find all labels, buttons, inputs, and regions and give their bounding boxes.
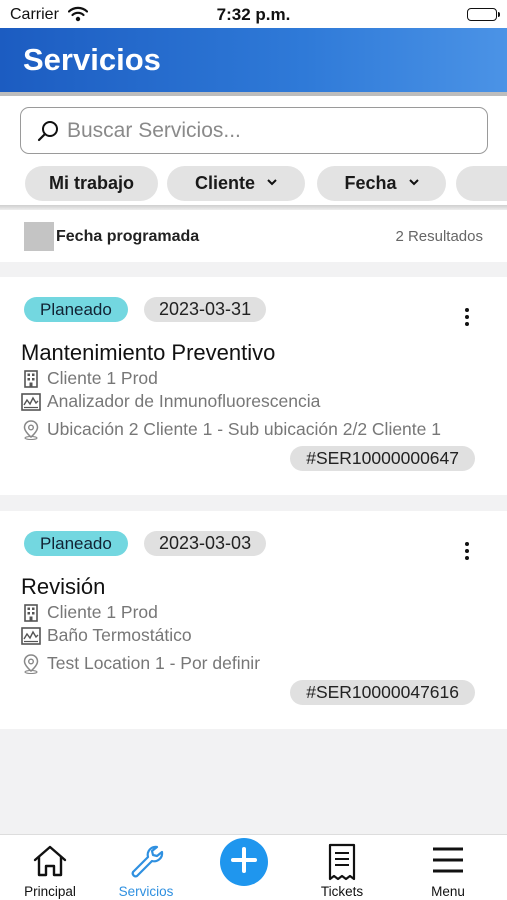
plus-icon (230, 846, 258, 879)
service-card[interactable]: Planeado 2023-03-03 Revisión Cliente 1 P… (0, 511, 507, 729)
building-icon (21, 369, 41, 389)
app-header: Servicios (0, 28, 507, 92)
client-name: Cliente 1 Prod (47, 602, 158, 622)
filter-chip-mi-trabajo[interactable]: Mi trabajo (25, 166, 158, 201)
status-badge: Planeado (24, 531, 128, 556)
filter-chip-cliente[interactable]: Cliente (167, 166, 305, 201)
results-bar: Fecha programada 2 Resultados (0, 210, 507, 262)
tab-tickets[interactable]: Tickets (292, 835, 392, 900)
search-area: Mi trabajo Cliente Fecha (0, 96, 507, 208)
equipment-name: Analizador de Inmunofluorescencia (47, 391, 321, 411)
location-row: Ubicación 2 Cliente 1 - Sub ubicación 2/… (21, 419, 441, 440)
add-service-button[interactable] (220, 838, 268, 886)
location-name: Test Location 1 - Por definir (47, 653, 261, 673)
tab-servicios[interactable]: Servicios (96, 835, 196, 900)
date-badge: 2023-03-31 (144, 297, 267, 322)
client-name: Cliente 1 Prod (47, 368, 158, 388)
status-badge: Planeado (24, 297, 128, 322)
service-title: Mantenimiento Preventivo (21, 340, 276, 365)
home-icon (0, 843, 100, 881)
location-pin-icon (21, 653, 41, 674)
equipment-icon (21, 626, 41, 646)
filter-chip-fecha[interactable]: Fecha (317, 166, 446, 201)
tab-label: Principal (24, 884, 76, 899)
more-options-icon[interactable] (463, 308, 471, 326)
tab-label: Tickets (320, 884, 364, 899)
search-icon (36, 119, 60, 148)
receipt-icon (292, 843, 392, 881)
service-title: Revisión (21, 574, 106, 599)
filter-chip-label: Fecha (344, 173, 397, 193)
equipment-icon (21, 392, 41, 412)
service-code-badge: #SER10000000647 (290, 446, 475, 471)
filter-chip-label: Mi trabajo (48, 173, 134, 193)
wrench-icon (96, 843, 196, 881)
hamburger-icon (398, 843, 498, 881)
more-options-icon[interactable] (463, 542, 471, 560)
location-row: Test Location 1 - Por definir (21, 653, 260, 674)
service-card[interactable]: Planeado 2023-03-31 Mantenimiento Preven… (0, 277, 507, 495)
date-badge: 2023-03-03 (144, 531, 267, 556)
select-all-checkbox[interactable] (24, 222, 54, 251)
service-code-badge: #SER10000047616 (290, 680, 475, 705)
status-bar: Carrier 7:32 p.m. (0, 0, 507, 28)
filter-chips: Mi trabajo Cliente Fecha (0, 166, 507, 202)
client-row: Cliente 1 Prod (21, 602, 158, 623)
equipment-row: Baño Termostático (21, 625, 192, 646)
tab-label: Menu (431, 884, 465, 899)
page-title: Servicios (23, 42, 161, 77)
tab-principal[interactable]: Principal (0, 835, 100, 900)
filter-chip-label: Cliente (194, 173, 255, 193)
location-name: Ubicación 2 Cliente 1 - Sub ubicación 2/… (47, 419, 441, 439)
tab-label: Servicios (118, 884, 174, 899)
clock-time: 7:32 p.m. (216, 5, 291, 24)
sort-label[interactable]: Fecha programada (56, 228, 199, 246)
chevron-down-icon (267, 178, 277, 189)
filter-chip-more[interactable] (456, 166, 507, 201)
search-box[interactable] (20, 107, 488, 154)
battery-icon (467, 8, 500, 21)
search-input[interactable] (67, 115, 467, 147)
location-pin-icon (21, 419, 41, 440)
client-row: Cliente 1 Prod (21, 368, 158, 389)
equipment-name: Baño Termostático (47, 625, 192, 645)
chevron-down-icon (408, 178, 419, 189)
results-count: 2 Resultados (395, 228, 483, 245)
building-icon (21, 603, 41, 623)
equipment-row: Analizador de Inmunofluorescencia (21, 391, 320, 412)
tab-menu[interactable]: Menu (398, 835, 498, 900)
